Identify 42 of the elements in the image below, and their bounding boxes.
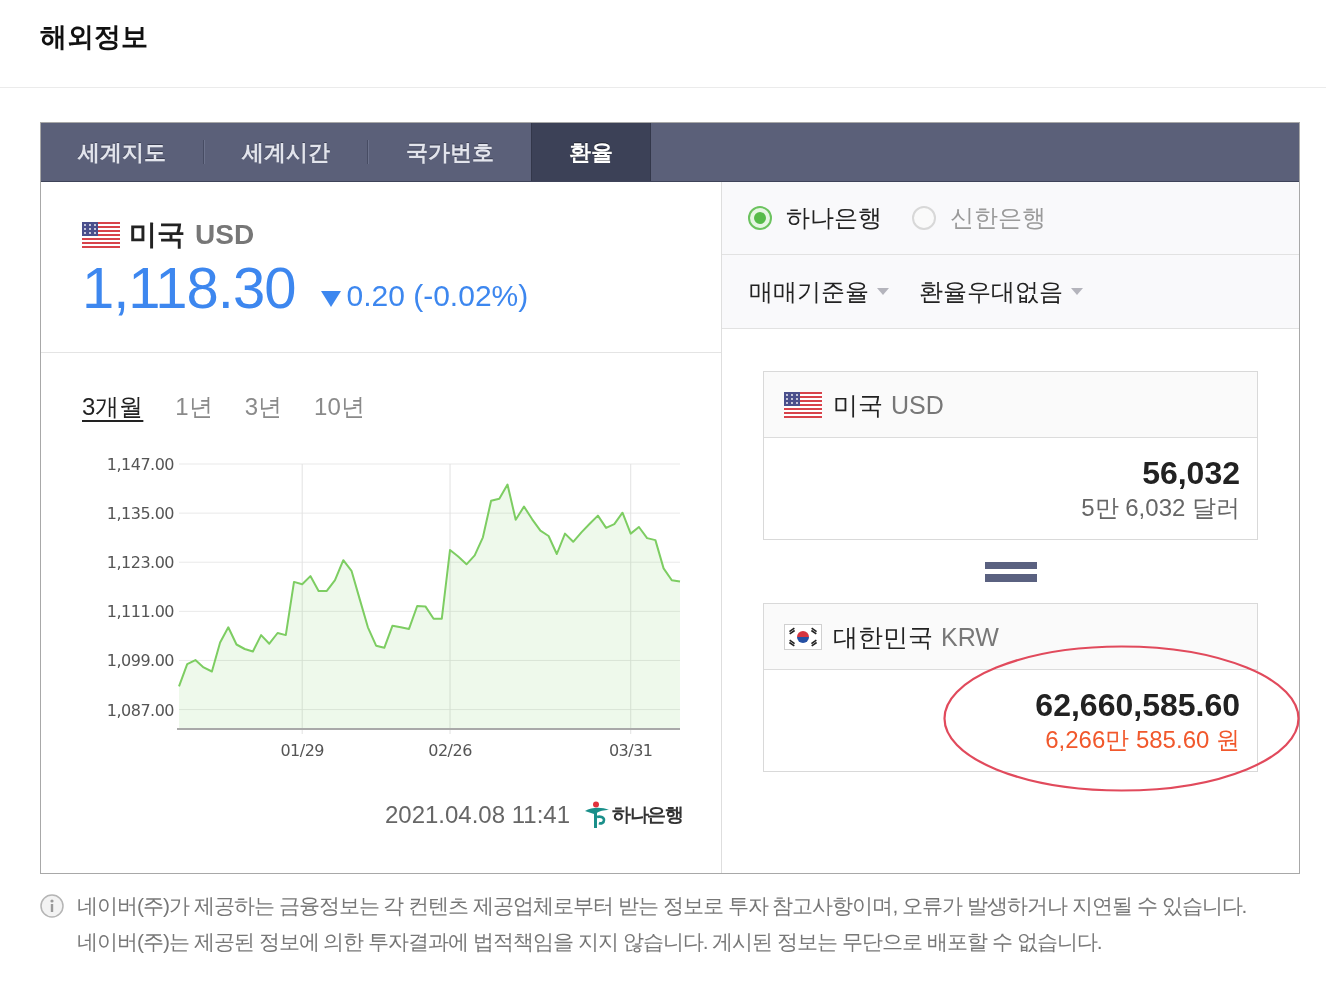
y-axis-label: 1,147.00 [106, 455, 174, 474]
quote-country: 미국 [129, 219, 185, 251]
y-axis-label: 1,087.00 [106, 700, 174, 720]
update-time: 2021.04.08 11:41 [384, 800, 570, 830]
bank-logo-text: 하나은행 [612, 803, 682, 827]
rate-change: 0.20 (-0.02%) [346, 278, 529, 314]
country-name: 대한민국 [833, 621, 933, 653]
amount-in-words: 6,266만 585.60 원 [1045, 724, 1240, 755]
tab[interactable]: 세계시간 [205, 123, 367, 181]
currency-code: KRW [941, 621, 999, 653]
caret-icon [877, 288, 889, 295]
exchange-rate: 1,118.30 [82, 257, 296, 319]
quote-currency: USD [195, 219, 255, 251]
equals-icon [984, 561, 1037, 582]
currency-code: USD [891, 389, 944, 421]
period-tab[interactable]: 3개월 [82, 392, 144, 422]
amount-in-words: 5만 6,032 달러 [1081, 492, 1240, 523]
y-axis-label: 1,111.00 [106, 602, 174, 622]
disclaimer-text: 네이버(주)가 제공하는 금융정보는 각 컨텐츠 제공업체로부터 받는 정보로 투자 참고사항이며, 오류가 발생하거나 지연될 수 있습니다. [77, 893, 1247, 919]
y-axis-label: 1,123.00 [106, 553, 174, 573]
tab[interactable]: 세계지도 [41, 123, 203, 181]
disclaimer-text: 네이버(주)는 제공된 정보에 의한 투자결과에 법적책임을 지지 않습니다. 게시된 정보는 무단으로 배포할 수 없습니다. [77, 929, 1103, 955]
x-axis-label: 02/26 [428, 741, 472, 760]
amount-input[interactable]: 56,032 [784, 453, 1240, 492]
x-axis-label: 01/29 [280, 741, 324, 760]
bank-radio[interactable]: 하나은행 [748, 203, 882, 233]
us-flag-icon [82, 222, 120, 248]
bank-logo-icon [584, 801, 610, 829]
dropdown[interactable]: 매매기준율 [749, 276, 889, 307]
kr-flag-icon [784, 623, 822, 650]
page-title: 해외정보 [40, 21, 148, 54]
us-flag-icon [784, 391, 822, 418]
tab[interactable]: 국가번호 [369, 123, 531, 181]
dropdown[interactable]: 환율우대없음 [919, 276, 1083, 307]
info-icon [40, 894, 64, 918]
tab[interactable]: 환율 [531, 123, 651, 181]
caret-icon [1071, 288, 1083, 295]
y-axis-label: 1,135.00 [106, 504, 174, 524]
x-axis-label: 03/31 [608, 741, 653, 760]
y-axis-label: 1,099.00 [106, 651, 174, 671]
amount-input[interactable]: 62,660,585.60 [784, 685, 1240, 724]
country-name: 미국 [833, 389, 883, 421]
